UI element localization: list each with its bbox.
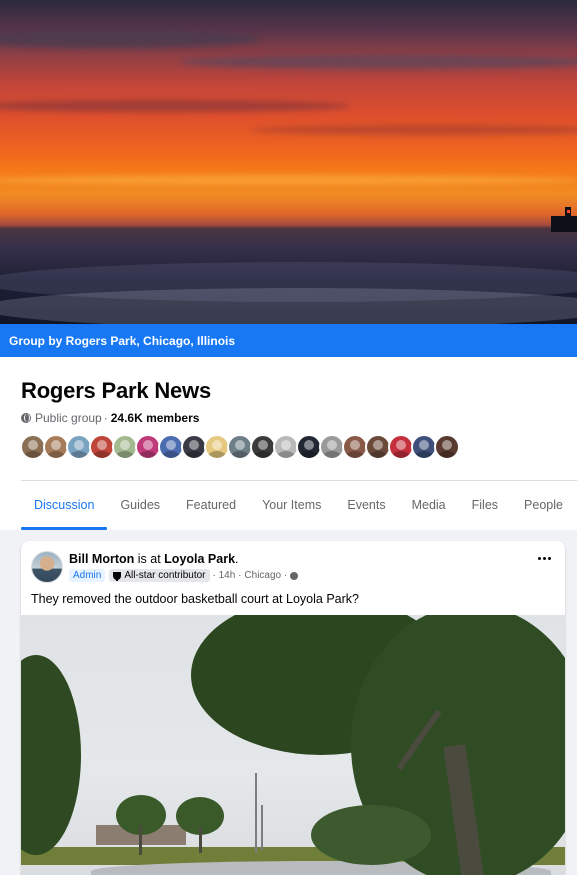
group-tabs: Discussion Guides Featured Your Items Events… bbox=[21, 481, 576, 530]
tab-featured[interactable]: Featured bbox=[173, 481, 249, 529]
author-name[interactable]: Bill Morton bbox=[69, 552, 134, 566]
light-pole bbox=[255, 773, 257, 853]
post-text: They removed the outdoor basketball cour… bbox=[31, 592, 359, 606]
post-location: Chicago · bbox=[244, 570, 288, 581]
tab-people[interactable]: People bbox=[511, 481, 576, 529]
more-options-icon[interactable] bbox=[538, 557, 551, 560]
audience-globe-icon bbox=[290, 571, 299, 580]
tab-your-items[interactable]: Your Items bbox=[249, 481, 334, 529]
group-privacy: Public group bbox=[35, 411, 102, 425]
lighthouse bbox=[565, 207, 571, 219]
post-subheader: Admin All-star contributor · 14h · Chica… bbox=[69, 569, 299, 582]
tab-events[interactable]: Events bbox=[334, 481, 398, 529]
tab-media[interactable]: Media bbox=[399, 481, 459, 529]
member-avatars[interactable] bbox=[20, 434, 460, 460]
member-avatar[interactable] bbox=[434, 434, 460, 460]
author-avatar[interactable] bbox=[31, 551, 63, 583]
globe-icon bbox=[21, 413, 31, 423]
members-count[interactable]: 24.6K members bbox=[111, 411, 200, 425]
cloud-streak bbox=[0, 175, 577, 185]
post-photo[interactable] bbox=[21, 615, 565, 875]
cloud-streak bbox=[0, 30, 260, 48]
cloud-streak bbox=[180, 55, 577, 69]
tree-trunk bbox=[139, 825, 142, 855]
group-header: Rogers Park News Public group · 24.6K me… bbox=[0, 357, 577, 530]
post-card: Bill Morton is at Loyola Park. Admin All… bbox=[21, 541, 565, 875]
allstar-label: All-star contributor bbox=[124, 570, 206, 581]
tab-discussion[interactable]: Discussion bbox=[21, 481, 108, 530]
group-owner-banner[interactable]: Group by Rogers Park, Chicago, Illinois bbox=[0, 324, 577, 357]
cloud-streak bbox=[250, 125, 577, 135]
group-meta: Public group · 24.6K members bbox=[21, 411, 199, 425]
light-pole bbox=[261, 805, 263, 850]
trophy-icon bbox=[113, 571, 122, 581]
allstar-badge[interactable]: All-star contributor bbox=[109, 569, 210, 582]
period: . bbox=[235, 552, 239, 566]
tab-guides[interactable]: Guides bbox=[107, 481, 173, 529]
cover-photo[interactable] bbox=[0, 0, 577, 324]
tree bbox=[311, 805, 431, 865]
lighthouse-light bbox=[567, 210, 570, 213]
tree-trunk bbox=[199, 827, 202, 853]
admin-badge[interactable]: Admin bbox=[69, 569, 106, 582]
wave bbox=[0, 288, 577, 324]
place-link[interactable]: Loyola Park bbox=[164, 552, 235, 566]
meta-separator: · bbox=[103, 411, 108, 425]
post-time[interactable]: · 14h · bbox=[213, 570, 242, 581]
post-header: Bill Morton is at Loyola Park. bbox=[69, 552, 239, 566]
tab-files[interactable]: Files bbox=[459, 481, 511, 529]
is-at-text: is at bbox=[137, 552, 161, 566]
tree-left bbox=[21, 655, 81, 855]
cloud-streak bbox=[0, 100, 350, 112]
pier bbox=[551, 216, 577, 232]
group-title[interactable]: Rogers Park News bbox=[21, 378, 211, 404]
